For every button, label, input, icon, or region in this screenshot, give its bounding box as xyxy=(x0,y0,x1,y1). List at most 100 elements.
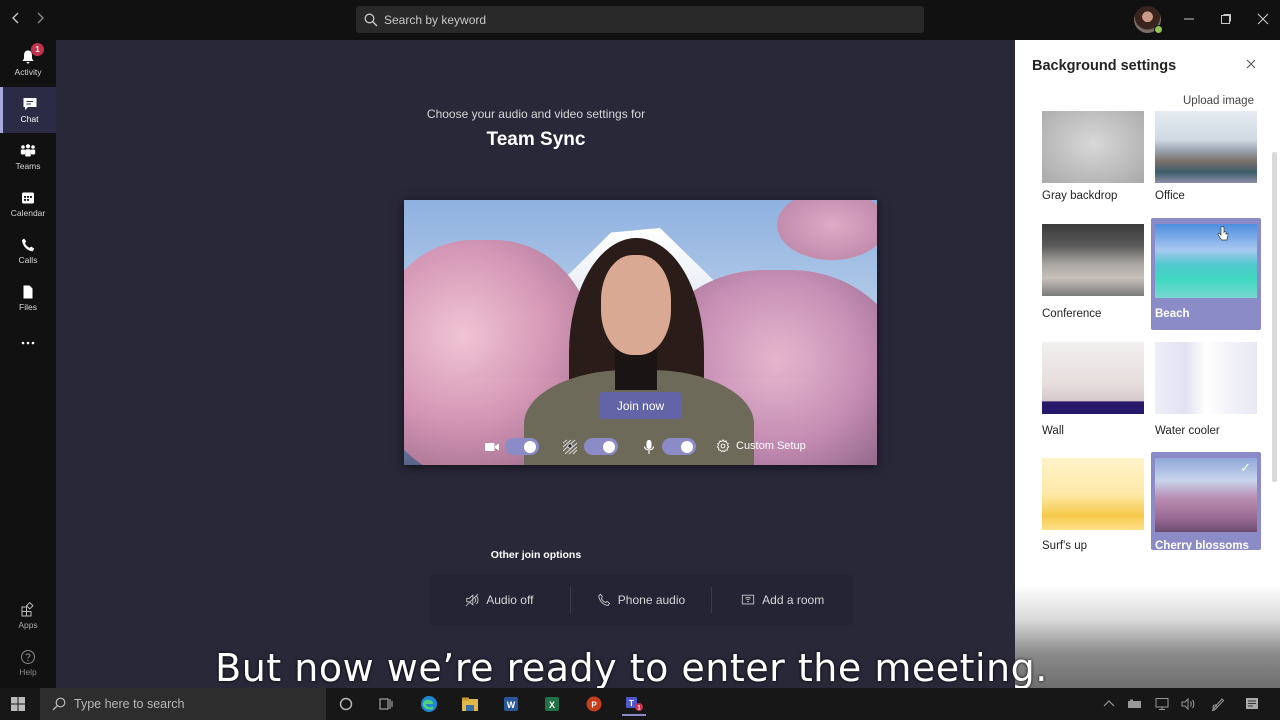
phone-audio-label: Phone audio xyxy=(617,593,686,607)
rail-item-label: Calendar xyxy=(10,208,46,218)
close-panel-button[interactable] xyxy=(1243,57,1259,73)
forward-button[interactable] xyxy=(30,10,50,30)
upload-image-button[interactable]: Upload image xyxy=(1183,95,1254,107)
background-settings-panel: Background settings Upload image Gray ba… xyxy=(1015,40,1280,688)
person-neck xyxy=(615,350,657,390)
device-controls: Custom Setup xyxy=(404,431,877,461)
close-window-button[interactable] xyxy=(1251,8,1275,32)
excel-icon: X xyxy=(545,697,559,711)
toggle-knob xyxy=(603,440,615,453)
file-icon xyxy=(23,285,33,299)
panel-scrollbar[interactable] xyxy=(1272,152,1277,482)
close-icon xyxy=(1246,59,1256,69)
notifications-icon[interactable] xyxy=(1244,696,1260,712)
bg-tile-wall[interactable]: Wall xyxy=(1038,338,1148,448)
gray-backdrop-thumbnail xyxy=(1042,111,1144,183)
other-join-options-title: Other join options xyxy=(490,549,582,561)
rail-item-files[interactable]: Files xyxy=(0,275,56,321)
excel-app[interactable]: X xyxy=(540,692,564,716)
screen: 1 Activity Chat Teams Calendar Calls Fil… xyxy=(0,0,1280,720)
toggle-knob xyxy=(524,440,536,453)
cortana-button[interactable] xyxy=(334,692,358,716)
surfs-up-thumbnail xyxy=(1042,458,1144,530)
rail-item-calls[interactable]: Calls xyxy=(0,228,56,274)
minimize-icon xyxy=(1184,18,1194,20)
search-icon xyxy=(52,697,66,711)
phone-audio-option[interactable]: Phone audio xyxy=(571,587,712,613)
background-effects-toggle[interactable] xyxy=(584,438,618,455)
taskbar-search-placeholder: Type here to search xyxy=(74,697,185,711)
pen-icon[interactable] xyxy=(1210,696,1226,712)
tile-label: Conference xyxy=(1042,308,1102,320)
bg-tile-gray-backdrop[interactable]: Gray backdrop xyxy=(1038,107,1148,207)
add-room-option[interactable]: Add a room xyxy=(712,587,853,613)
powerpoint-app[interactable]: P xyxy=(582,692,606,716)
bg-tile-beach[interactable]: Beach xyxy=(1151,218,1261,330)
water-cooler-thumbnail xyxy=(1155,342,1257,414)
custom-setup-button[interactable]: Custom Setup xyxy=(716,439,806,453)
rail-item-apps[interactable]: Apps xyxy=(0,593,56,639)
rail-item-help[interactable]: Help xyxy=(0,640,56,686)
rail-item-label: Apps xyxy=(18,620,38,630)
back-button[interactable] xyxy=(6,10,26,30)
rail-item-more[interactable] xyxy=(0,320,56,366)
powerpoint-icon: P xyxy=(586,696,602,712)
word-app[interactable]: W xyxy=(499,692,523,716)
rail-item-activity[interactable]: 1 Activity xyxy=(0,40,56,86)
tile-label: Cherry blossoms xyxy=(1155,540,1249,552)
teams-app[interactable]: T1 xyxy=(622,692,646,716)
more-icon xyxy=(21,341,35,345)
restore-icon xyxy=(1221,14,1231,24)
rail-item-label: Calls xyxy=(18,255,38,265)
pointer-hand-icon xyxy=(1217,226,1229,241)
bg-tile-surfs-up[interactable]: Surf's up xyxy=(1038,454,1148,552)
rail-item-label: Files xyxy=(19,302,37,312)
svg-text:X: X xyxy=(549,700,555,710)
minimize-button[interactable] xyxy=(1177,8,1201,32)
microphone-toggle[interactable] xyxy=(662,438,696,455)
windows-start-icon[interactable] xyxy=(10,696,26,712)
search-input[interactable] xyxy=(384,12,884,27)
title-bar xyxy=(0,0,1280,40)
svg-text:P: P xyxy=(591,701,597,710)
edge-icon xyxy=(421,696,437,712)
taskbar-search[interactable]: Type here to search xyxy=(40,688,326,720)
audio-off-option[interactable]: Audio off xyxy=(429,587,570,613)
office-thumbnail xyxy=(1155,111,1257,183)
panel-fade xyxy=(1015,552,1280,688)
taskbar: Type here to search W X P T1 xyxy=(0,688,1280,720)
volume-icon[interactable] xyxy=(1180,696,1196,712)
beach-thumbnail xyxy=(1155,224,1257,298)
avatar[interactable] xyxy=(1134,6,1163,34)
file-explorer-app[interactable] xyxy=(458,692,482,716)
maximize-button[interactable] xyxy=(1214,8,1238,32)
help-icon xyxy=(21,650,35,664)
prejoin-prompt: Choose your audio and video settings for xyxy=(426,107,646,121)
video-preview: Join now Custom Setup xyxy=(404,200,877,465)
camera-toggle[interactable] xyxy=(505,438,539,455)
panel-title: Background settings xyxy=(1032,58,1177,74)
task-view-button[interactable] xyxy=(374,692,398,716)
chevron-up-icon[interactable] xyxy=(1101,696,1117,712)
close-icon xyxy=(1257,13,1269,25)
network-icon[interactable] xyxy=(1154,696,1170,712)
bg-tile-water-cooler[interactable]: Water cooler xyxy=(1151,338,1261,448)
checkmark-icon: ✓ xyxy=(1240,460,1251,475)
prejoin-screen: Choose your audio and video settings for… xyxy=(56,40,1015,688)
presence-indicator xyxy=(1154,25,1163,34)
activity-badge: 1 xyxy=(31,43,44,56)
search-box[interactable] xyxy=(356,6,924,33)
battery-icon[interactable] xyxy=(1127,696,1143,712)
calendar-icon xyxy=(22,192,34,204)
rail-item-calendar[interactable]: Calendar xyxy=(0,181,56,227)
wall-thumbnail xyxy=(1042,342,1144,414)
search-icon xyxy=(364,13,378,26)
rail-item-label: Teams xyxy=(15,161,41,171)
bg-tile-cherry-blossoms[interactable]: ✓ Cherry blossoms xyxy=(1151,452,1261,552)
bg-tile-conference[interactable]: Conference xyxy=(1038,220,1148,330)
toggle-knob xyxy=(681,440,693,453)
join-now-button[interactable]: Join now xyxy=(600,392,681,419)
edge-app[interactable] xyxy=(417,692,441,716)
tile-label: Gray backdrop xyxy=(1042,190,1118,202)
bg-tile-office[interactable]: Office xyxy=(1151,107,1261,207)
